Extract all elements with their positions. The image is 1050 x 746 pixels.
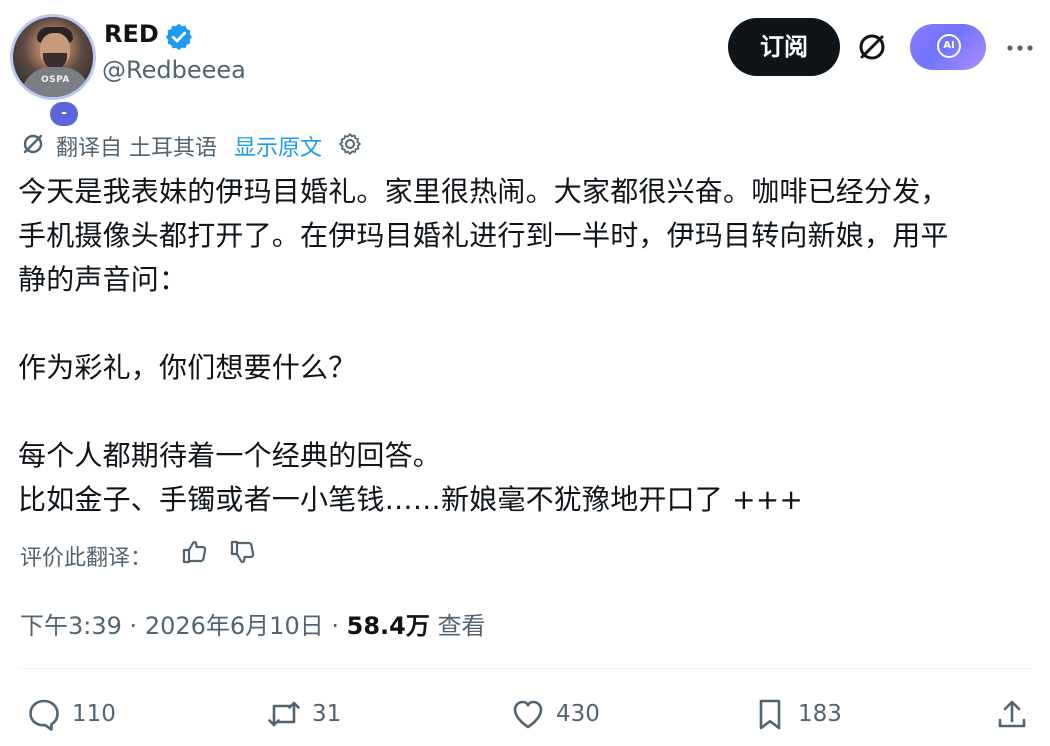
post-line: 每个人都期待着一个经典的回答。 bbox=[18, 439, 442, 472]
retweet-icon bbox=[268, 701, 300, 727]
meta-separator: · bbox=[129, 612, 138, 640]
author-handle[interactable]: @Redbeeea bbox=[102, 56, 246, 84]
more-horizontal-icon[interactable] bbox=[1006, 38, 1034, 58]
retweet-count: 31 bbox=[312, 701, 342, 727]
subscribe-button[interactable]: 订阅 bbox=[728, 18, 840, 76]
ai-button[interactable]: AI bbox=[910, 24, 986, 70]
meta-separator: · bbox=[331, 612, 339, 640]
bookmark-icon bbox=[759, 699, 781, 730]
show-original-link[interactable]: 显示原文 bbox=[234, 130, 322, 162]
gear-icon[interactable] bbox=[338, 132, 362, 156]
author-avatar-area[interactable]: OSPA - bbox=[10, 14, 98, 126]
retweet-button[interactable]: 31 bbox=[266, 696, 366, 736]
rate-translation-label: 评价此翻译： bbox=[20, 546, 153, 571]
share-button[interactable] bbox=[994, 696, 1034, 736]
display-name[interactable]: RED bbox=[104, 20, 159, 48]
post-question: 作为彩礼，你们想要什么？ bbox=[18, 351, 357, 384]
thumbs-up-icon[interactable] bbox=[178, 536, 210, 568]
post-text: 今天是我表妹的伊玛目婚礼。家里很热闹。大家都很兴奋。咖啡已经分发， 手机摄像头都… bbox=[18, 170, 1038, 522]
bookmark-count: 183 bbox=[798, 701, 842, 727]
reply-icon bbox=[29, 699, 59, 731]
translate-slash-icon[interactable] bbox=[854, 29, 890, 65]
post-meta: 下午3:39 · 2026年6月10日 · 58.4万 查看 bbox=[20, 606, 486, 641]
thumbs-down-icon[interactable] bbox=[226, 536, 258, 568]
reply-count: 110 bbox=[72, 701, 116, 727]
share-icon bbox=[998, 700, 1026, 728]
avatar[interactable]: OSPA bbox=[10, 14, 96, 100]
verified-icon bbox=[165, 23, 192, 51]
reply-button[interactable]: 110 bbox=[26, 696, 126, 736]
post-line: 静的声音问： bbox=[18, 263, 188, 296]
translation-slash-icon bbox=[23, 134, 43, 154]
translated-from-label: 翻译自 土耳其语 bbox=[56, 136, 217, 161]
avatar-shirt-text: OSPA bbox=[41, 75, 70, 85]
divider bbox=[18, 668, 1032, 669]
like-count: 430 bbox=[556, 701, 600, 727]
heart-icon bbox=[513, 700, 543, 729]
post-date[interactable]: 2026年6月10日 bbox=[145, 612, 324, 640]
post-line: 比如金子、手镯或者一小笔钱……新娘毫不犹豫地开口了 +++ bbox=[18, 483, 804, 516]
like-button[interactable]: 430 bbox=[510, 696, 620, 736]
post-line: 今天是我表妹的伊玛目婚礼。家里很热闹。大家都很兴奋。咖啡已经分发， bbox=[18, 175, 949, 208]
bookmark-button[interactable]: 183 bbox=[752, 696, 852, 736]
post-line: 手机摄像头都打开了。在伊玛目婚礼进行到一半时，伊玛目转向新娘，用平 bbox=[18, 219, 949, 252]
avatar-badge: - bbox=[50, 102, 78, 126]
ai-label: AI bbox=[937, 34, 961, 58]
views-label: 查看 bbox=[437, 612, 486, 640]
views-count: 58.4万 bbox=[346, 612, 430, 640]
post-time[interactable]: 下午3:39 bbox=[20, 612, 122, 640]
